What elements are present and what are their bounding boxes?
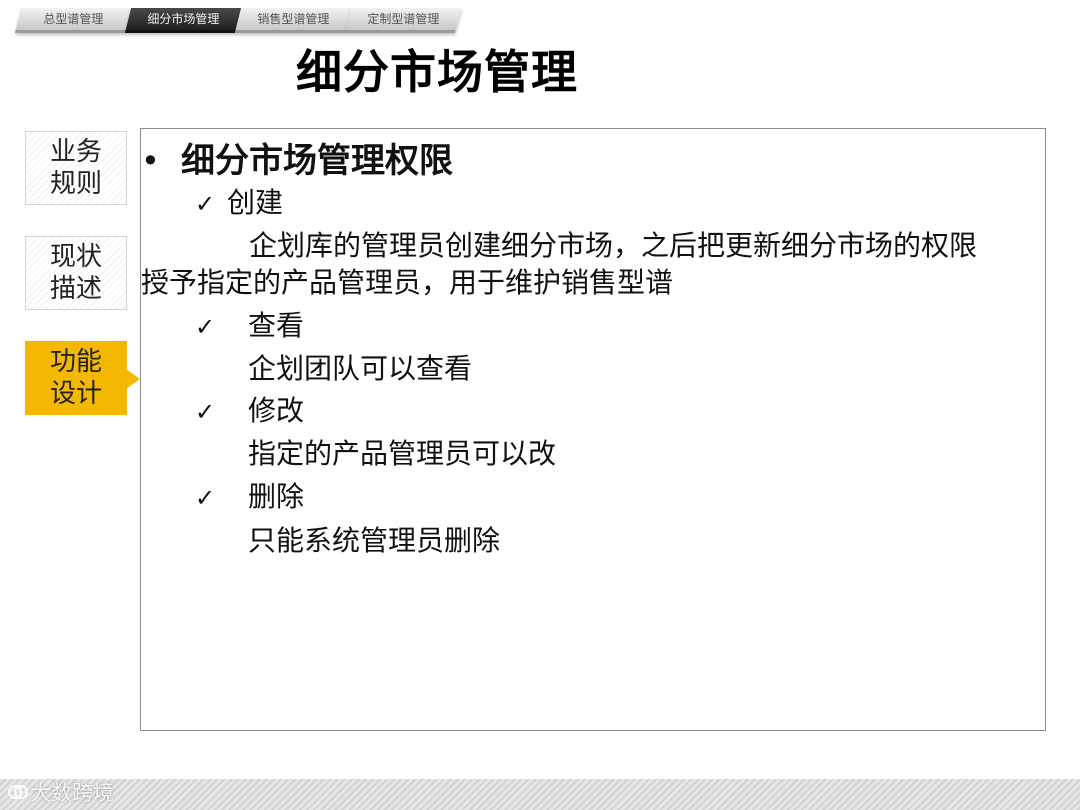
tab-segment-market[interactable]: 细分市场管理 — [124, 8, 242, 33]
sidenav-item-business-rules[interactable]: 业务 规则 — [25, 131, 127, 205]
tab-label: 定制型谱管理 — [367, 12, 440, 26]
section-heading: 细分市场管理权限 — [181, 141, 453, 181]
tab-custom-spectrum[interactable]: 定制型谱管理 — [344, 8, 462, 33]
tab-bar: 总型谱管理 细分市场管理 销售型谱管理 定制型谱管理 — [14, 8, 462, 33]
check-icon: ✓ — [195, 190, 216, 218]
sidenav-item-label: 业务 规则 — [49, 137, 102, 199]
tab-label: 总型谱管理 — [43, 12, 104, 26]
permission-desc-edit: 指定的产品管理员可以改 — [248, 437, 557, 470]
permission-title-edit: 修改 — [248, 394, 305, 427]
check-icon: ✓ — [195, 313, 216, 341]
tab-label: 销售型谱管理 — [257, 12, 330, 26]
permission-title-create: 创建 — [227, 186, 284, 219]
permission-desc-delete: 只能系统管理员删除 — [248, 524, 501, 557]
permission-desc-create-line2: 授予指定的产品管理员，用于维护销售型谱 — [141, 266, 674, 299]
sidenav-item-label: 现状 描述 — [49, 242, 102, 304]
permission-desc-view: 企划团队可以查看 — [248, 352, 473, 385]
permission-desc-create-line1: 企划库的管理员创建细分市场，之后把更新细分市场的权限 — [249, 229, 978, 262]
watermark-logo-icon — [8, 785, 28, 799]
tab-overall-spectrum[interactable]: 总型谱管理 — [14, 8, 132, 33]
sidenav-item-label: 功能 设计 — [49, 347, 102, 409]
permission-title-delete: 删除 — [248, 480, 305, 513]
footer-band — [0, 779, 1080, 810]
tab-label: 细分市场管理 — [147, 12, 220, 26]
check-icon: ✓ — [195, 484, 216, 512]
permission-title-view: 查看 — [248, 309, 305, 342]
content-panel: • 细分市场管理权限 ✓ 创建 企划库的管理员创建细分市场，之后把更新细分市场的… — [140, 128, 1046, 731]
watermark-text: 大数跨境 — [30, 781, 114, 805]
bullet-icon: • — [141, 142, 160, 180]
sidenav-item-function-design[interactable]: 功能 设计 — [25, 341, 140, 415]
check-icon: ✓ — [195, 398, 216, 426]
tab-sales-spectrum[interactable]: 销售型谱管理 — [234, 8, 352, 33]
sidenav-item-current-status[interactable]: 现状 描述 — [25, 236, 127, 310]
page-title: 细分市场管理 — [296, 45, 578, 99]
